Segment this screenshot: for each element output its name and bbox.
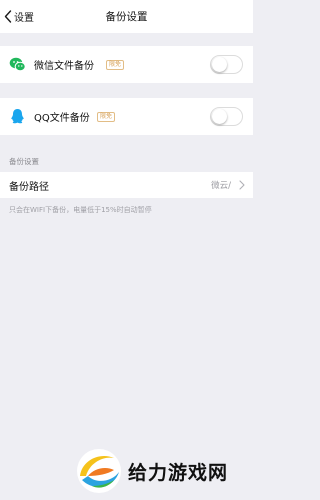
qq-penguin-icon — [11, 109, 24, 124]
navigation-bar: 设置 备份设置 — [0, 0, 253, 33]
wechat-icon — [9, 57, 26, 72]
backup-path-label: 备份路径 — [9, 181, 49, 193]
chevron-right-icon — [239, 180, 245, 190]
qq-backup-label: QQ文件备份 — [34, 113, 90, 124]
watermark: 给力游戏网 — [74, 444, 249, 498]
back-label: 设置 — [14, 13, 34, 24]
backup-hint-text: 只会在WIFI下备份，电量低于15%时自动暂停 — [9, 206, 152, 214]
page-title: 备份设置 — [105, 11, 148, 23]
chevron-left-icon — [4, 10, 12, 23]
toggle-knob — [212, 109, 227, 124]
watermark-text: 给力游戏网 — [128, 461, 229, 484]
backup-path-row[interactable]: 备份路径 微云/ — [0, 172, 253, 198]
back-button[interactable]: 设置 — [4, 0, 34, 33]
qq-backup-toggle[interactable] — [210, 107, 243, 126]
wechat-free-badge: 限免 — [106, 60, 125, 70]
watermark-logo-icon — [77, 449, 121, 493]
toggle-knob — [212, 57, 227, 72]
qq-free-badge: 限免 — [97, 112, 116, 122]
wechat-backup-row: 微信文件备份 限免 — [0, 46, 253, 83]
qq-backup-row: QQ文件备份 限免 — [0, 98, 253, 135]
wechat-backup-toggle[interactable] — [210, 55, 243, 74]
backup-path-value: 微云/ — [211, 181, 231, 191]
section-header: 备份设置 — [9, 157, 39, 166]
wechat-backup-label: 微信文件备份 — [34, 61, 94, 72]
